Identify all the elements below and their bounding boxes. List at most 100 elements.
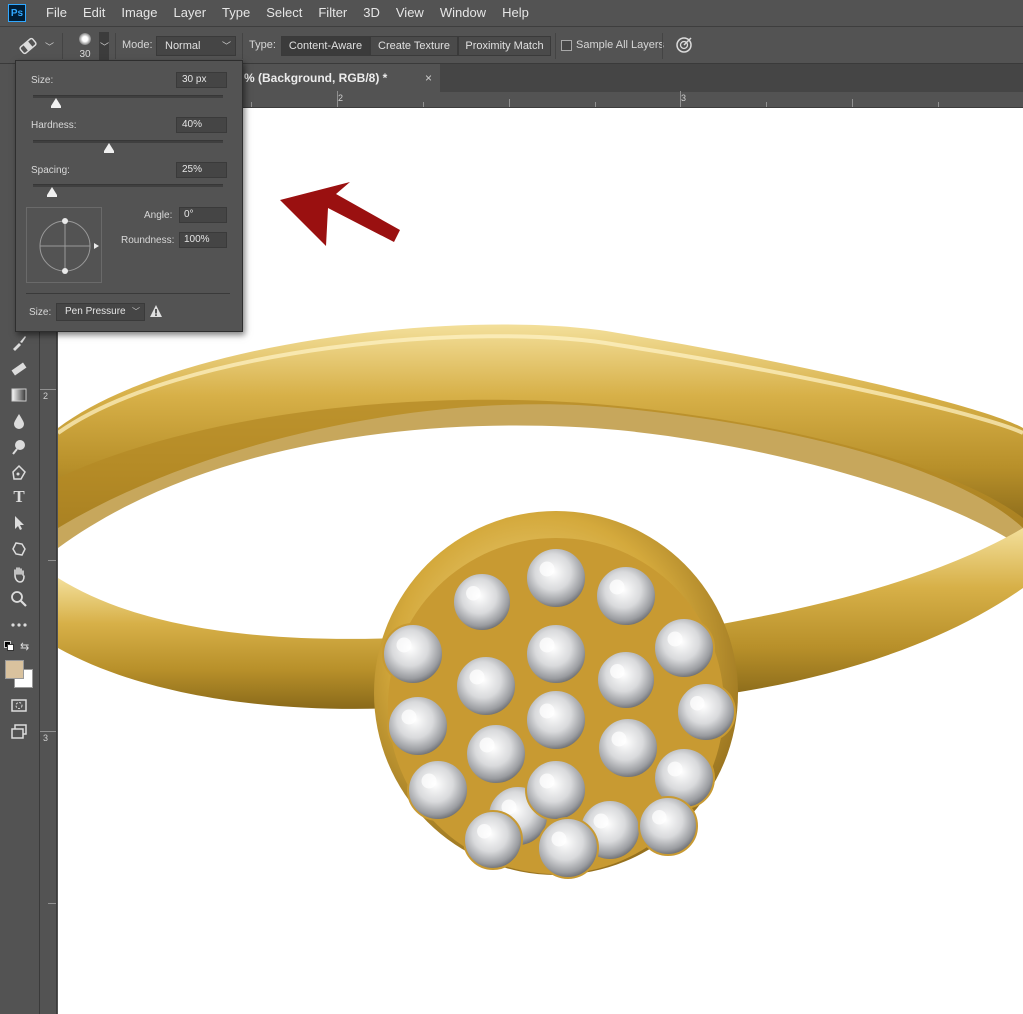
ruler-number: 3 — [43, 733, 49, 743]
sample-all-layers-checkbox[interactable] — [561, 40, 572, 51]
brush-hardness-slider-thumb[interactable] — [104, 143, 114, 153]
brush-angle-label: Angle: — [144, 210, 173, 221]
ruler-tick — [48, 560, 56, 561]
swap-colors-icon[interactable]: ⇆ — [20, 640, 29, 653]
menu-window[interactable]: Window — [432, 0, 494, 26]
gem-stone — [407, 759, 469, 821]
screen-mode-icon[interactable] — [8, 720, 30, 742]
more-tools-icon[interactable] — [8, 614, 30, 636]
gem-highlight — [667, 631, 683, 647]
brush-size-label: Size: — [31, 75, 54, 86]
default-colors-icon[interactable] — [4, 641, 14, 651]
brush-spacing-slider-thumb[interactable] — [47, 187, 57, 197]
brush-preset-picker[interactable]: 30 — [70, 31, 100, 61]
gem-highlight — [479, 737, 495, 753]
dodge-icon[interactable] — [8, 436, 30, 458]
ruler-tick — [48, 903, 56, 904]
ruler-number: 2 — [338, 93, 344, 103]
ruler-tick — [39, 731, 56, 732]
ruler-tick — [938, 102, 939, 107]
gem-stone — [525, 759, 587, 821]
menu-view[interactable]: View — [388, 0, 432, 26]
ruler-tick — [39, 389, 56, 390]
ruler-tick — [251, 102, 252, 107]
menu-edit[interactable]: Edit — [75, 0, 113, 26]
brush-angle-preview[interactable] — [26, 207, 102, 283]
warning-icon[interactable] — [149, 304, 163, 318]
brush-angle-input[interactable]: 0° — [179, 207, 227, 223]
gem-stone — [525, 623, 587, 685]
menu-help[interactable]: Help — [494, 0, 537, 26]
menu-3d[interactable]: 3D — [355, 0, 388, 26]
gem-highlight — [652, 810, 667, 825]
gem-highlight — [610, 664, 625, 679]
ruler-tick — [766, 102, 767, 107]
gem-highlight — [609, 579, 625, 595]
brush-size-slider-thumb[interactable] — [50, 98, 61, 108]
menu-select[interactable]: Select — [258, 0, 310, 26]
blur-icon[interactable] — [8, 410, 30, 432]
menu-layer[interactable]: Layer — [166, 0, 215, 26]
gem-stone — [452, 572, 512, 632]
menu-file[interactable]: File — [38, 0, 75, 26]
hand-icon[interactable] — [8, 564, 30, 586]
type-create-texture-button[interactable]: Create Texture — [370, 36, 458, 56]
ruler-tick — [337, 91, 338, 107]
path-selection-icon[interactable] — [8, 512, 30, 534]
brush-hardness-label: Hardness: — [31, 120, 77, 131]
gem-stone — [595, 565, 657, 627]
brush-picker-chevron[interactable]: ﹀ — [99, 32, 109, 60]
brush-spacing-slider[interactable] — [33, 184, 223, 197]
photoshop-logo-icon[interactable]: Ps — [8, 4, 26, 22]
brush-hardness-input[interactable]: 40% — [176, 117, 227, 133]
gem-highlight — [466, 586, 481, 601]
divider — [242, 33, 243, 59]
eraser-icon[interactable] — [8, 358, 30, 380]
brush-roundness-input[interactable]: 100% — [179, 232, 227, 248]
gem-stone — [596, 650, 656, 710]
gradient-icon[interactable] — [8, 384, 30, 406]
ruler-tick — [509, 99, 510, 107]
ruler-tick — [595, 102, 596, 107]
ring-band-front — [58, 578, 398, 709]
zoom-icon[interactable] — [8, 588, 30, 610]
brush-icon[interactable] — [8, 332, 30, 354]
tool-preset-chevron-down-icon[interactable]: ﹀ — [45, 40, 54, 53]
quick-mask-icon[interactable] — [8, 694, 30, 716]
ruler-number: 3 — [681, 93, 687, 103]
pen-pressure-select[interactable]: Pen Pressure ﹀ — [56, 303, 145, 321]
gem-highlight — [593, 813, 609, 829]
gem-stone — [597, 717, 659, 779]
gem-highlight — [539, 637, 555, 653]
ring-band-front-right — [698, 528, 1023, 698]
spot-healing-brush-icon[interactable] — [16, 35, 40, 57]
divider — [62, 33, 63, 59]
brush-size-number: 30 — [79, 49, 91, 60]
menu-filter[interactable]: Filter — [310, 0, 355, 26]
red-arrow-annotation — [280, 182, 400, 246]
gem-highlight — [539, 561, 555, 577]
gem-stone — [455, 655, 517, 717]
type-proximity-match-button[interactable]: Proximity Match — [458, 36, 551, 56]
type-label: Type: — [249, 39, 276, 51]
gem-stone — [653, 617, 715, 679]
shape-icon[interactable] — [8, 538, 30, 560]
menu-type[interactable]: Type — [214, 0, 258, 26]
document-tab[interactable]: % (Background, RGB/8) * × — [240, 64, 440, 92]
foreground-color-swatch[interactable] — [5, 660, 24, 679]
gem-highlight — [551, 831, 567, 847]
gem-stone — [525, 547, 587, 609]
menu-image[interactable]: Image — [113, 0, 165, 26]
mode-select[interactable]: Normal ﹀ — [156, 36, 236, 56]
pressure-size-icon[interactable] — [674, 35, 694, 55]
close-tab-icon[interactable]: × — [425, 64, 432, 92]
mode-select-value: Normal — [165, 40, 201, 52]
pen-icon[interactable] — [8, 462, 30, 484]
type-content-aware-button[interactable]: Content-Aware — [281, 36, 370, 56]
brush-size-slider[interactable] — [33, 95, 223, 108]
brush-hardness-slider[interactable] — [33, 140, 223, 153]
gem-highlight — [667, 761, 683, 777]
brush-spacing-input[interactable]: 25% — [176, 162, 227, 178]
type-icon[interactable]: T — [8, 486, 30, 508]
brush-size-input[interactable]: 30 px — [176, 72, 227, 88]
